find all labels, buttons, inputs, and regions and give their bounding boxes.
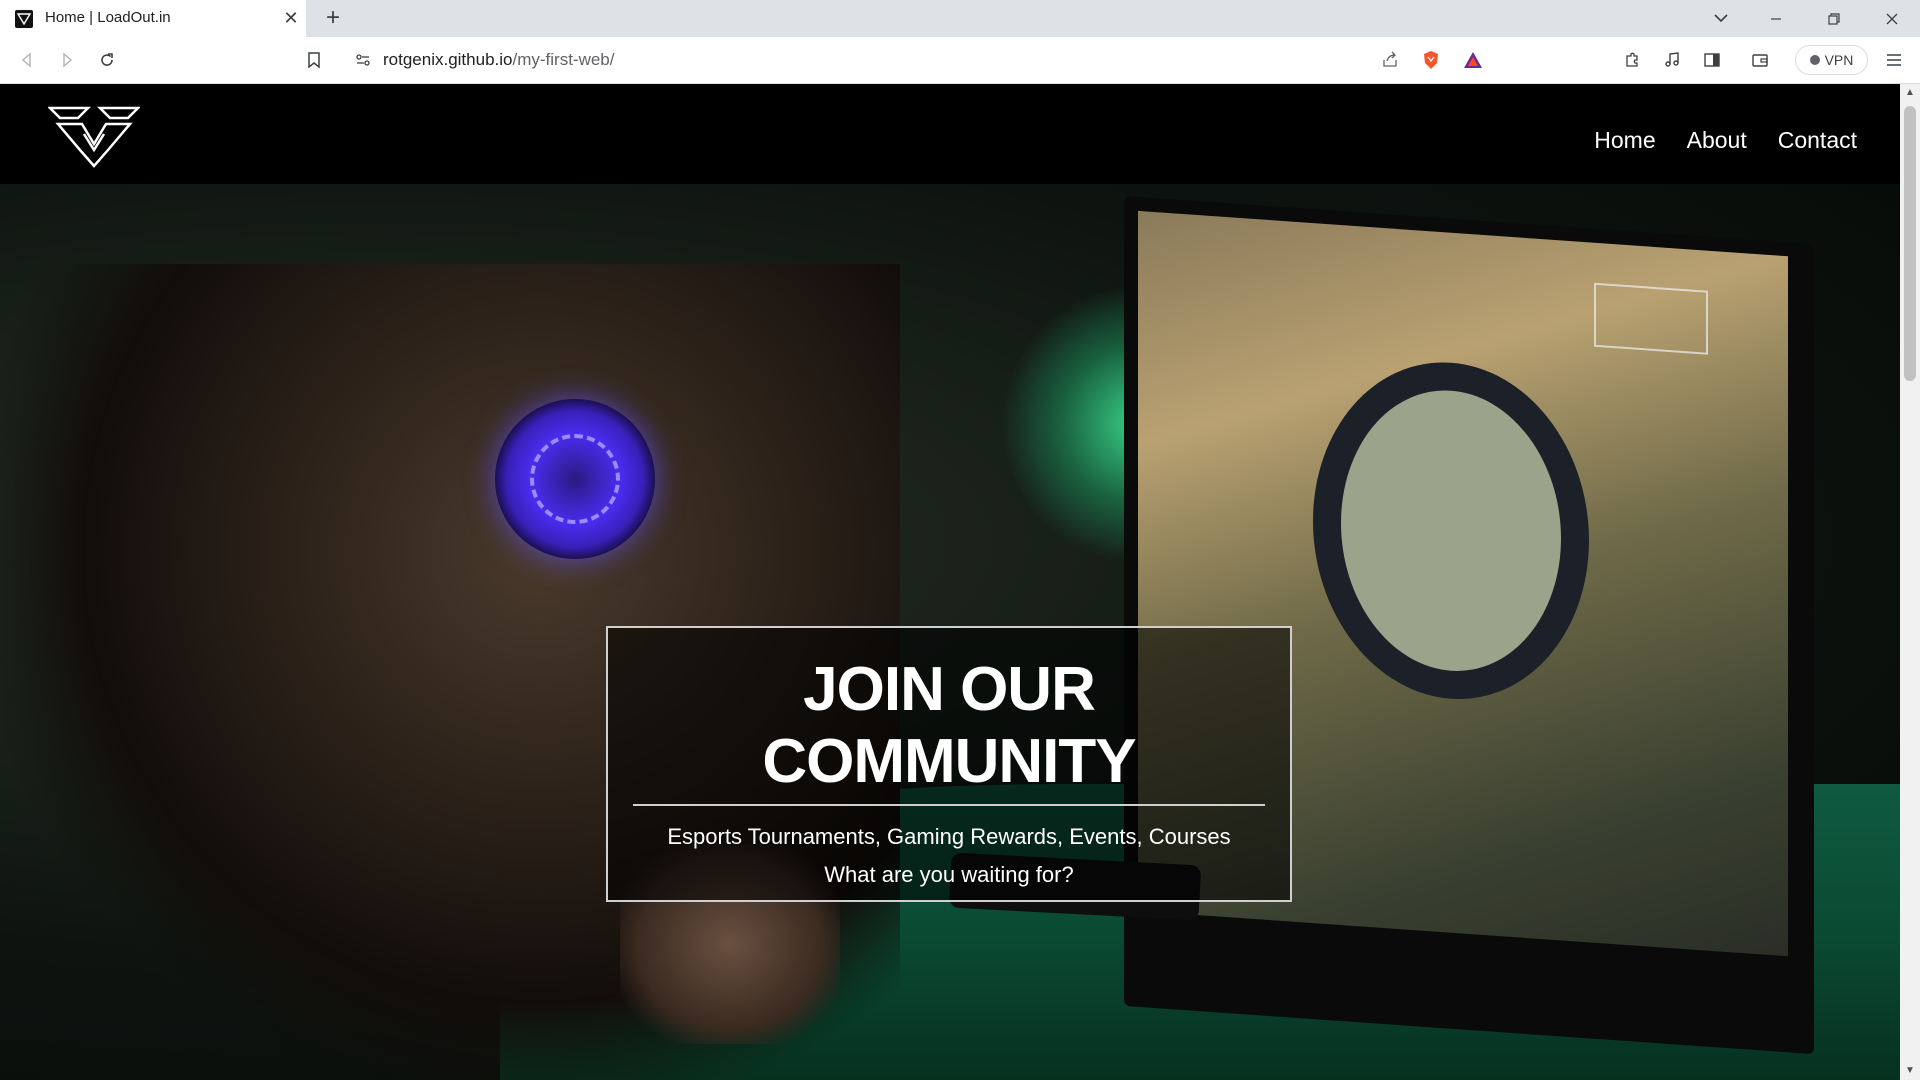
nav-about-link[interactable]: About: [1687, 127, 1747, 154]
extensions-icon[interactable]: [1620, 48, 1644, 72]
loadout-logo-icon: [15, 10, 33, 28]
loadout-logo-icon[interactable]: [46, 104, 142, 170]
vpn-label: VPN: [1824, 52, 1854, 68]
headset-logo-icon: [530, 434, 620, 524]
tab-title: Home | LoadOut.in: [45, 9, 171, 26]
hero-card: JOIN OUR COMMUNITY Esports Tournaments, …: [606, 626, 1292, 902]
hero-cta-text: What are you waiting for?: [824, 862, 1074, 887]
back-arrow-icon[interactable]: [15, 48, 39, 72]
close-tab-icon[interactable]: ✕: [281, 8, 301, 28]
hero-section: JOIN OUR COMMUNITY Esports Tournaments, …: [0, 184, 1900, 1080]
wallet-icon[interactable]: [1748, 48, 1772, 72]
page-scrollbar[interactable]: ▲ ▼: [1900, 84, 1920, 1080]
address-bar[interactable]: rotgenix.github.io/my-first-web/: [341, 41, 1504, 79]
share-icon[interactable]: [1380, 50, 1400, 70]
url-host: rotgenix.github.io: [383, 50, 513, 69]
hero-background-hud: [1594, 282, 1708, 355]
new-tab-button[interactable]: +: [320, 6, 346, 32]
page-viewport: Home About Contact JOIN OUR COMMUNITY Es…: [0, 84, 1900, 1080]
brave-rewards-icon[interactable]: [1463, 50, 1483, 70]
vpn-status-icon: [1809, 55, 1820, 65]
bookmark-icon[interactable]: [302, 48, 326, 72]
hero-subtitle-text: Esports Tournaments, Gaming Rewards, Eve…: [667, 824, 1231, 849]
hero-title-line1: JOIN OUR: [803, 655, 1096, 724]
url-text: rotgenix.github.io/my-first-web/: [383, 50, 614, 70]
hero-title-line2: COMMUNITY: [762, 727, 1136, 796]
site-header: Home About Contact: [0, 84, 1900, 184]
hero-title: JOIN OUR COMMUNITY: [608, 654, 1290, 798]
main-nav: Home About Contact: [1594, 127, 1857, 154]
menu-icon[interactable]: [1882, 48, 1906, 72]
hero-background-scope: [1313, 353, 1589, 709]
forward-arrow-icon[interactable]: [55, 48, 79, 72]
site-settings-icon[interactable]: [353, 50, 373, 70]
brave-shields-icon[interactable]: [1421, 50, 1441, 70]
url-path: /my-first-web/: [512, 50, 615, 69]
reload-icon[interactable]: [95, 48, 119, 72]
scrollbar-thumb[interactable]: [1904, 106, 1916, 381]
minimize-window-button[interactable]: [1748, 0, 1804, 37]
hero-background-headset: [495, 399, 655, 559]
nav-contact-link[interactable]: Contact: [1778, 127, 1857, 154]
restore-window-button[interactable]: [1806, 0, 1862, 37]
chevron-down-icon[interactable]: [1709, 6, 1733, 30]
scroll-up-arrow-icon[interactable]: ▲: [1905, 88, 1915, 98]
browser-tab[interactable]: Home | LoadOut.in ✕: [0, 0, 306, 37]
vpn-button[interactable]: VPN: [1795, 45, 1868, 75]
sidebar-toggle-icon[interactable]: [1700, 48, 1724, 72]
hero-subtitle: Esports Tournaments, Gaming Rewards, Eve…: [608, 818, 1290, 894]
hero-background-monitor: [1124, 195, 1814, 1055]
hero-divider: [633, 804, 1265, 806]
close-window-button[interactable]: [1864, 0, 1920, 37]
tab-strip: Home | LoadOut.in ✕ +: [0, 0, 1920, 37]
browser-toolbar: rotgenix.github.io/my-first-web/ VPN: [0, 37, 1920, 84]
nav-home-link[interactable]: Home: [1594, 127, 1655, 154]
scroll-down-arrow-icon[interactable]: ▼: [1905, 1066, 1915, 1076]
media-controls-icon[interactable]: [1660, 48, 1684, 72]
